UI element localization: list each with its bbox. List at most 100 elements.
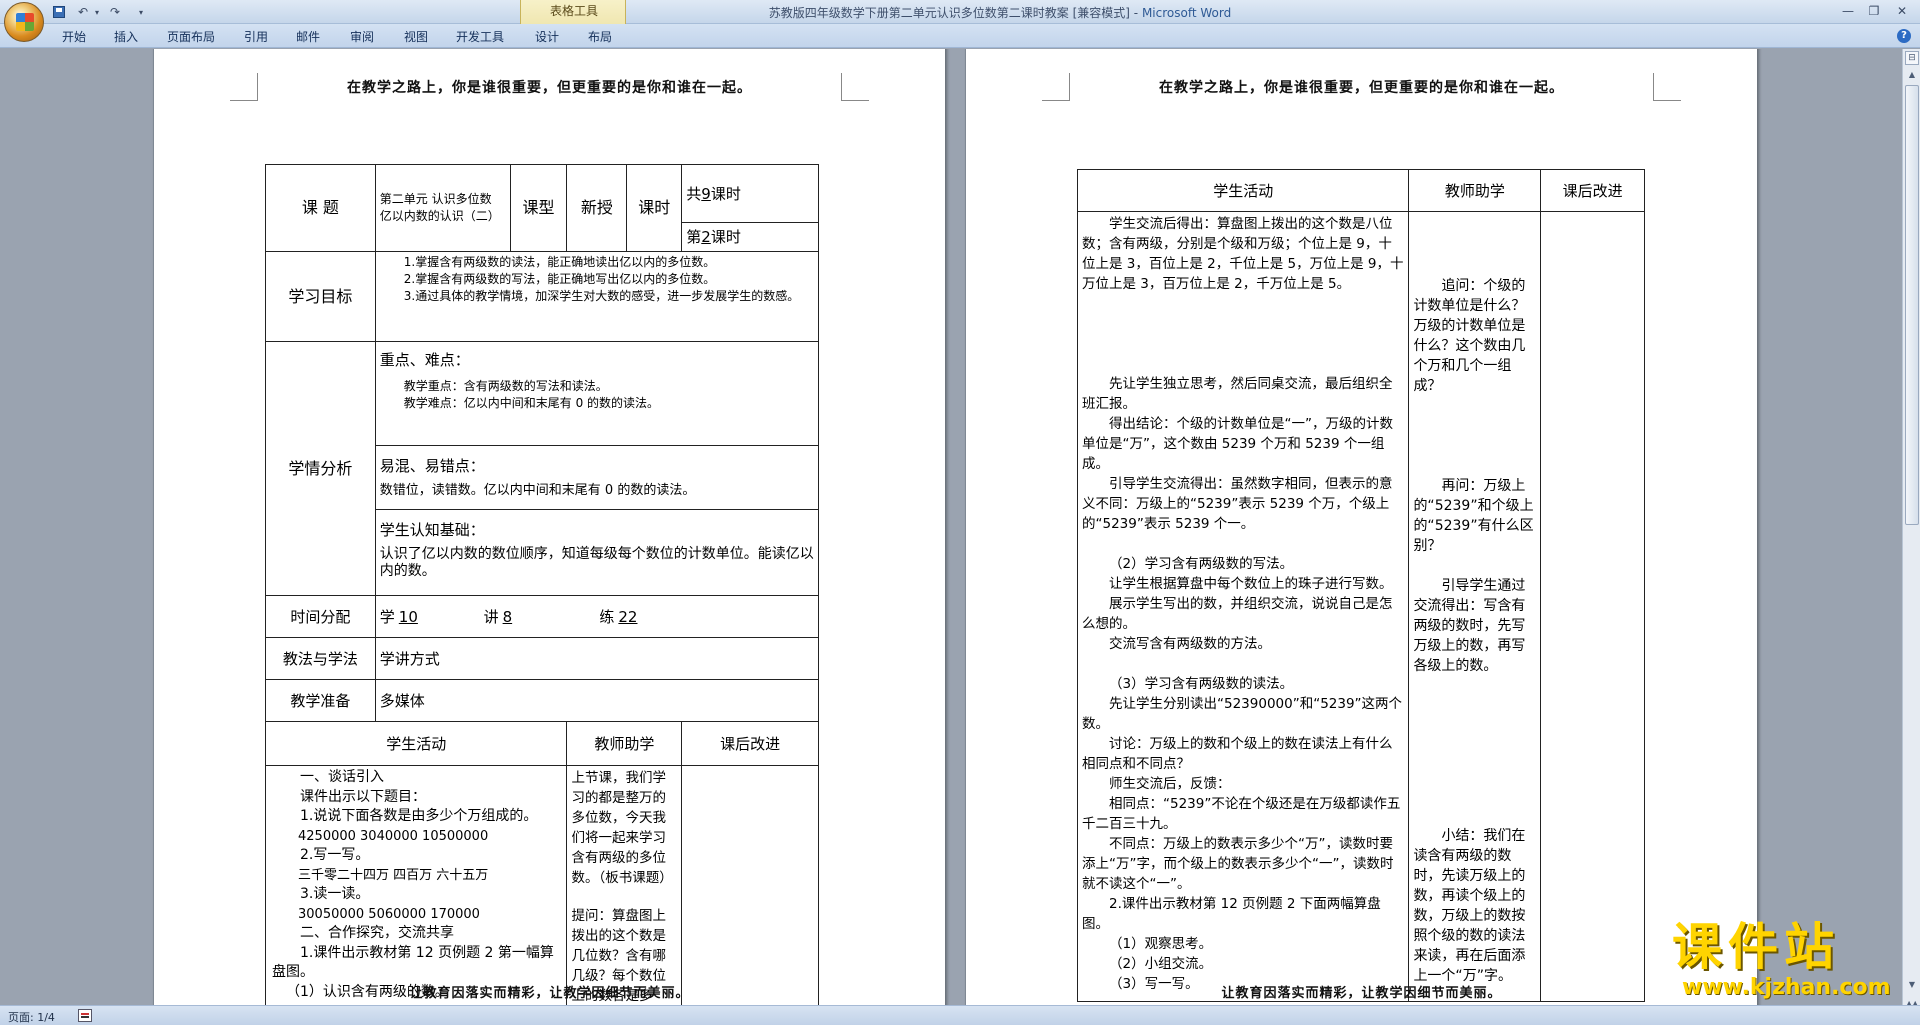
student-line: 2.课件出示教材第 12 页例题 2 下面两幅算盘图。 [1082, 896, 1381, 932]
student-line: 讨论：万级上的数和个级上的数在读法上有什么相同点和不同点？ [1082, 736, 1393, 772]
proofing-icon[interactable] [78, 1009, 92, 1022]
current-period[interactable]: 第2课时 [681, 222, 819, 252]
teacher-support-cell[interactable]: 上节课，我们学习的都是整万的多位数，今天我们将一起来学习含有两级的多位数。（板书… [566, 765, 683, 1005]
ribbon-tabs: 开始 插入 页面布局 引用 邮件 审阅 视图 开发工具 设计 布局? [0, 24, 1920, 48]
scroll-up-icon[interactable]: ▲ [1906, 69, 1918, 81]
student-line: 1.课件出示教材第 12 页例题 2 第一幅算盘图。 [272, 944, 554, 981]
help-icon[interactable]: ? [1897, 29, 1911, 43]
zhongdian-title: 重点、难点： [379, 351, 470, 369]
ribbon-tab[interactable]: 布局 [588, 28, 612, 45]
yihun-title: 易混、易错点： [379, 457, 485, 475]
student-line: 4250000 3040000 10500000 [298, 828, 489, 844]
student-activity-cell[interactable]: 学生交流后得出：算盘图上拨出的这个数是八位数；含有两级，分别是个级和万级；个位上… [1076, 211, 1410, 1002]
current-pre: 第 [686, 228, 702, 246]
zhongdian-cell[interactable]: 重点、难点： 教学重点：含有两级数的写法和读法。 教学难点：亿以内中间和末尾有 … [374, 341, 820, 446]
undo-icon[interactable]: ↶ [74, 3, 92, 21]
close-icon[interactable]: ✕ [1891, 2, 1913, 20]
ribbon-tab[interactable]: 插入 [114, 28, 138, 45]
document-workspace[interactable]: 在教学之路上，你是谁很重要，但更重要的是你和谁在一起。 课 题 第二单元 认识多… [0, 49, 1902, 1005]
jiang-label: 讲 [483, 607, 499, 626]
app-name: Microsoft Word [1141, 6, 1232, 20]
student-line: 2.写一写。 [300, 847, 370, 863]
mubiao-item: 2.掌握含有两级数的写法，能正确地写出亿以内的多位数。 [403, 272, 716, 286]
undo-dropdown-icon[interactable]: ▾ [92, 3, 102, 21]
after-class-cell[interactable] [1540, 211, 1645, 1002]
total-periods[interactable]: 共9课时 [681, 164, 819, 223]
save-icon[interactable] [50, 3, 68, 21]
scroll-down-icon[interactable]: ▼ [1906, 979, 1918, 991]
teacher-line: 引导学生通过交流得出：写含有两级的数时，先写万级上的数，再写各级上的数。 [1413, 578, 1526, 674]
view-ruler-icon[interactable]: ⊟ [1905, 51, 1919, 65]
ke-xing-label: 课型 [509, 164, 568, 252]
renzhi-text: 认识了亿以内数的数位顺序，知道每级每个数位的计数单位。能读亿以内的数。 [379, 546, 814, 579]
site-watermark: 课件站 www.kjzhan.com [1672, 921, 1902, 1001]
customize-qat-icon[interactable]: ▾ [136, 3, 146, 21]
page-count[interactable]: 页面: 1/4 [8, 1009, 55, 1025]
page-footer: 让教育因落实而精彩，让教学因细节而美丽。 [409, 986, 690, 1001]
student-line: 师生交流后，反馈： [1109, 776, 1231, 792]
student-line: 先让学生分别读出“52390000”和“5239”这两个数。 [1082, 696, 1403, 732]
col-student-header: 学生活动 [1076, 169, 1410, 212]
ribbon-tab[interactable]: 开始 [62, 28, 86, 45]
student-line: 1.说说下面各数是由多少个万组成的。 [300, 808, 538, 824]
ke-ti-value[interactable]: 第二单元 认识多位数 亿以内数的认识（二） [374, 164, 511, 252]
page-1[interactable]: 在教学之路上，你是谁很重要，但更重要的是你和谁在一起。 课 题 第二单元 认识多… [153, 49, 945, 1005]
renzhi-cell[interactable]: 学生认知基础： 认识了亿以内数的数位顺序，知道每级每个数位的计数单位。能读亿以内… [374, 509, 820, 596]
teacher-line: 小结：我们在读含有两级的数时，先读万级上的数，再读个级上的数，万级上的数按照个级… [1413, 828, 1526, 984]
teacher-support-cell[interactable]: 追问：个级的计数单位是什么？万级的计数单位是什么？这个数由几个万和几个一组成？ … [1408, 211, 1542, 1002]
student-line: （2）小组交流。 [1109, 956, 1213, 972]
activity-table[interactable]: 学生活动 教师助学 课后改进 学生交流后得出：算盘图上拨出的这个数是八位数；含有… [1076, 169, 1645, 1002]
after-class-cell[interactable] [681, 765, 819, 1005]
jiaofa-value[interactable]: 学讲方式 [374, 637, 820, 680]
ribbon-tab[interactable]: 开发工具 [456, 28, 504, 45]
student-line: 引导学生交流得出：虽然数字相同，但表示的意义不同：万级上的“5239”表示 52… [1082, 476, 1393, 532]
jiaofa-label: 教法与学法 [265, 637, 376, 680]
student-line: 学生交流后得出：算盘图上拨出的这个数是八位数；含有两级，分别是个级和万级；个位上… [1082, 216, 1404, 292]
shijian-cell[interactable]: 学 10 讲8 练 22 [374, 595, 820, 638]
office-button-icon[interactable] [4, 2, 44, 42]
ribbon-tab[interactable]: 审阅 [350, 28, 374, 45]
ribbon-tab[interactable]: 页面布局 [167, 28, 215, 45]
document-title: 苏教版四年级数学下册第二单元认识多位数第二课时教案 [兼容模式] [768, 6, 1130, 20]
col-student-header: 学生活动 [264, 721, 568, 766]
student-line: 交流写含有两级数的方法。 [1109, 636, 1271, 652]
mubiao-item: 1.掌握含有两级数的读法，能正确地读出亿以内的多位数。 [403, 255, 716, 269]
nandian-text: 教学难点：亿以内中间和末尾有 0 的数的读法。 [403, 396, 660, 410]
shijian-label: 时间分配 [265, 595, 376, 638]
student-line: （1）观察思考。 [1109, 936, 1213, 952]
yihun-cell[interactable]: 易混、易错点： 数错位，读错数。亿以内中间和末尾有 0 的数的读法。 [374, 445, 820, 510]
zhongdian-text: 教学重点：含有两级数的写法和读法。 [403, 379, 608, 393]
student-line: 不同点：万级上的数表示多少个“万”，读数时要添上“万”字，而个级上的数表示多少个… [1082, 836, 1394, 892]
watermark-title: 课件站 [1672, 918, 1840, 976]
student-line [1082, 294, 1404, 314]
redo-icon[interactable]: ↷ [106, 3, 124, 21]
col-after-header: 课后改进 [1540, 169, 1645, 212]
ke-xing-value[interactable]: 新授 [566, 164, 628, 252]
zhunbei-value[interactable]: 多媒体 [374, 679, 820, 722]
vertical-scrollbar[interactable]: ⊟ ▲ ▼ ▲▲ [1902, 49, 1920, 1008]
minimize-icon[interactable]: — [1837, 2, 1859, 20]
mubiao-cell[interactable]: 1.掌握含有两级数的读法，能正确地读出亿以内的多位数。 2.掌握含有两级数的写法… [374, 251, 820, 342]
student-line: 得出结论：个级的计数单位是“一”，万级的计数单位是“万”，这个数由 5239 个… [1082, 416, 1393, 472]
student-line: 30050000 5060000 170000 [298, 906, 480, 922]
student-line [1082, 334, 1404, 354]
student-line: 相同点：“5239”不论在个级还是在万级都读作五千二百三十九。 [1082, 796, 1401, 832]
page-header: 在教学之路上，你是谁很重要，但更重要的是你和谁在一起。 [1159, 80, 1564, 96]
ribbon-tab[interactable]: 视图 [404, 28, 428, 45]
student-line [1082, 654, 1404, 674]
ribbon-tab[interactable]: 设计 [535, 28, 559, 45]
restore-icon[interactable]: ❐ [1863, 2, 1885, 20]
jiang-value: 8 [502, 607, 513, 626]
student-activity-cell[interactable]: 一、谈话引入 课件出示以下题目： 1.说说下面各数是由多少个万组成的。 4250… [264, 765, 568, 1005]
scroll-thumb[interactable] [1905, 85, 1919, 525]
lesson-plan-table[interactable]: 课 题 第二单元 认识多位数 亿以内数的认识（二） 课型 新授 课时 共9课时 … [264, 164, 820, 1005]
page-2[interactable]: 在教学之路上，你是谁很重要，但更重要的是你和谁在一起。 学生活动 教师助学 课后… [965, 49, 1757, 1005]
ribbon-tab[interactable]: 邮件 [296, 28, 320, 45]
ke-ti-label: 课 题 [265, 164, 376, 252]
student-line: 二、合作探究，交流共享 [300, 925, 454, 941]
ribbon-tab[interactable]: 引用 [244, 28, 268, 45]
renzhi-title: 学生认知基础： [379, 521, 485, 539]
mubiao-label: 学习目标 [265, 251, 376, 342]
watermark-url: www.kjzhan.com [1682, 975, 1891, 1000]
zhunbei-label: 教学准备 [265, 679, 376, 722]
